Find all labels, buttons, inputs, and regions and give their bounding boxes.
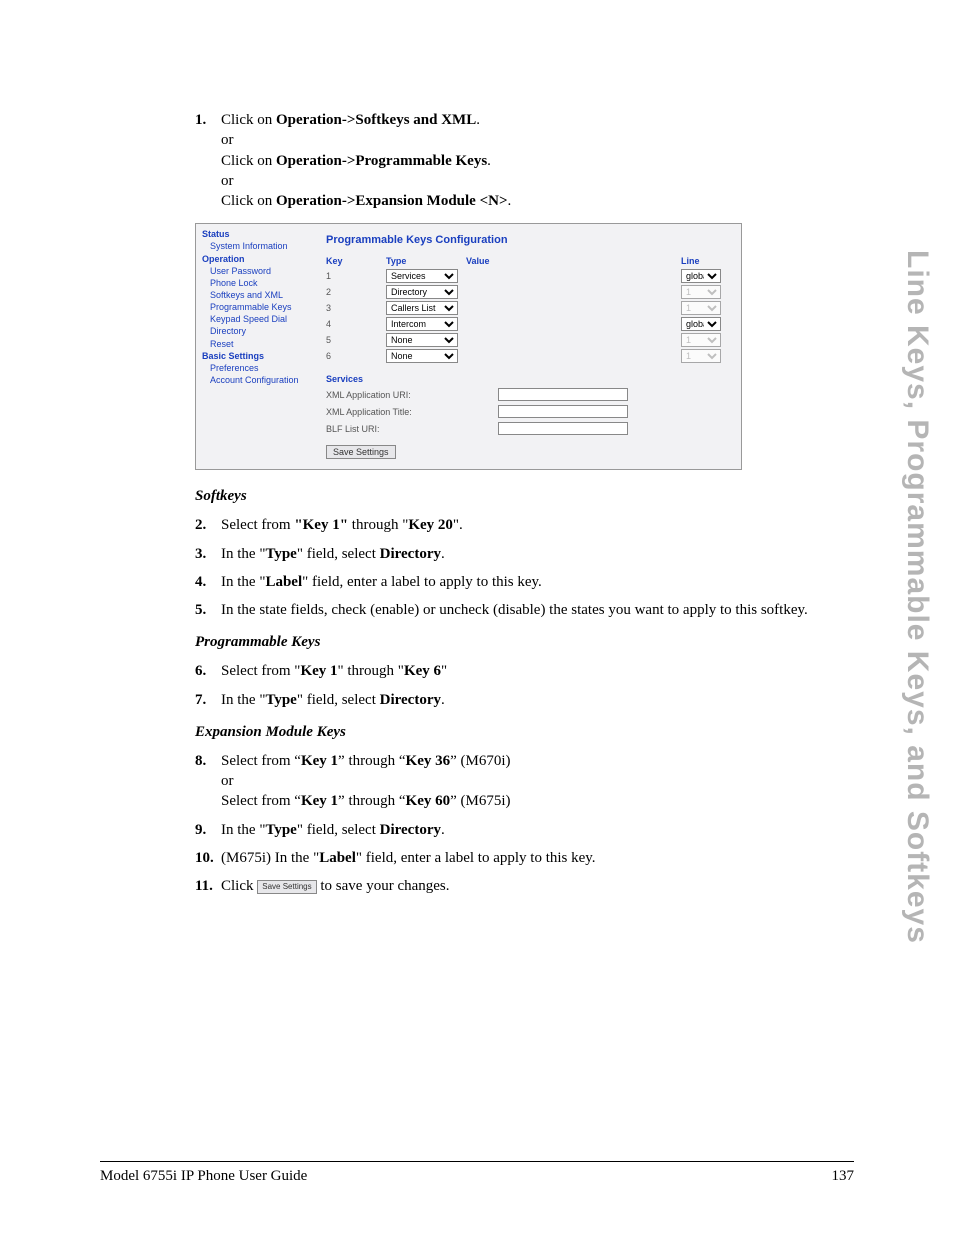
side-tab: Line Keys, Programmable Keys, and Softke… — [900, 250, 934, 944]
type-select[interactable]: None — [386, 349, 458, 363]
footer-title: Model 6755i IP Phone User Guide — [100, 1168, 307, 1185]
cell-value — [466, 284, 681, 300]
xml-uri-label: XML Application URI: — [326, 390, 498, 400]
col-type: Type — [386, 254, 466, 268]
ss-nav: Status System Information Operation User… — [196, 224, 326, 469]
cell-value — [466, 268, 681, 284]
line-select: 1 — [681, 333, 721, 347]
cell-value — [466, 332, 681, 348]
col-value: Value — [466, 254, 681, 268]
nav-reset[interactable]: Reset — [202, 338, 322, 350]
cell-key: 3 — [326, 300, 386, 316]
cell-key: 1 — [326, 268, 386, 284]
nav-userpwd[interactable]: User Password — [202, 265, 322, 277]
type-select[interactable]: None — [386, 333, 458, 347]
save-settings-button[interactable]: Save Settings — [326, 445, 396, 459]
step-5: 5. In the state fields, check (enable) o… — [195, 600, 894, 620]
cell-key: 2 — [326, 284, 386, 300]
step-8: 8. Select from “Key 1” through “Key 36” … — [195, 751, 894, 812]
line-select[interactable]: global — [681, 269, 721, 283]
blf-uri-input[interactable] — [498, 422, 628, 435]
blf-uri-label: BLF List URI: — [326, 424, 498, 434]
type-select[interactable]: Callers List — [386, 301, 458, 315]
services-hdr: Services — [326, 374, 731, 384]
page-footer: Model 6755i IP Phone User Guide 137 — [100, 1161, 854, 1185]
step-7: 7. In the "Type" field, select Directory… — [195, 690, 894, 710]
type-select[interactable]: Services — [386, 269, 458, 283]
progkeys-heading: Programmable Keys — [195, 634, 894, 651]
col-line: Line — [681, 254, 731, 268]
cell-key: 5 — [326, 332, 386, 348]
nav-keypad[interactable]: Keypad Speed Dial — [202, 313, 322, 325]
table-row: 3Callers List 1 — [326, 300, 731, 316]
step-11: 11. Click Save Settings to save your cha… — [195, 876, 894, 896]
step-1: 1. Click on Operation->Softkeys and XML.… — [195, 110, 894, 211]
nav-basic[interactable]: Basic Settings — [202, 350, 322, 362]
xml-title-input[interactable] — [498, 405, 628, 418]
step-2: 2. Select from "Key 1" through "Key 20". — [195, 515, 894, 535]
nav-progkeys[interactable]: Programmable Keys — [202, 301, 322, 313]
step-num: 1. — [195, 110, 221, 211]
table-row: 4Intercom global — [326, 316, 731, 332]
keys-table: Key Type Value Line 1Servicesglobal2Dire… — [326, 254, 731, 364]
table-row: 2Directory 1 — [326, 284, 731, 300]
step-10: 10. (M675i) In the "Label" field, enter … — [195, 848, 894, 868]
nav-prefs[interactable]: Preferences — [202, 362, 322, 374]
type-select[interactable]: Intercom — [386, 317, 458, 331]
ss-title: Programmable Keys Configuration — [326, 234, 731, 246]
line-select: 1 — [681, 301, 721, 315]
cell-value — [466, 348, 681, 364]
softkeys-heading: Softkeys — [195, 488, 894, 505]
line-select: 1 — [681, 285, 721, 299]
inline-save-button: Save Settings — [257, 880, 316, 894]
config-screenshot: Status System Information Operation User… — [195, 223, 742, 470]
cell-key: 4 — [326, 316, 386, 332]
step-body: Click on Operation->Softkeys and XML. or… — [221, 110, 894, 211]
nav-acct[interactable]: Account Configuration — [202, 374, 322, 386]
nav-softkeys[interactable]: Softkeys and XML — [202, 289, 322, 301]
nav-sysinfo[interactable]: System Information — [202, 240, 322, 252]
cell-value — [466, 316, 681, 332]
line-select: 1 — [681, 349, 721, 363]
step-3: 3. In the "Type" field, select Directory… — [195, 544, 894, 564]
cell-key: 6 — [326, 348, 386, 364]
xml-title-label: XML Application Title: — [326, 407, 498, 417]
cell-value — [466, 300, 681, 316]
step-9: 9. In the "Type" field, select Directory… — [195, 820, 894, 840]
nav-operation[interactable]: Operation — [202, 253, 322, 265]
col-key: Key — [326, 254, 386, 268]
step-4: 4. In the "Label" field, enter a label t… — [195, 572, 894, 592]
page-number: 137 — [832, 1168, 855, 1185]
type-select[interactable]: Directory — [386, 285, 458, 299]
expmod-heading: Expansion Module Keys — [195, 724, 894, 741]
table-row: 1Services global — [326, 268, 731, 284]
nav-directory[interactable]: Directory — [202, 325, 322, 337]
nav-phonelock[interactable]: Phone Lock — [202, 277, 322, 289]
xml-uri-input[interactable] — [498, 388, 628, 401]
nav-status[interactable]: Status — [202, 228, 322, 240]
table-row: 5None 1 — [326, 332, 731, 348]
step-6: 6. Select from "Key 1" through "Key 6" — [195, 661, 894, 681]
table-row: 6None 1 — [326, 348, 731, 364]
line-select[interactable]: global — [681, 317, 721, 331]
